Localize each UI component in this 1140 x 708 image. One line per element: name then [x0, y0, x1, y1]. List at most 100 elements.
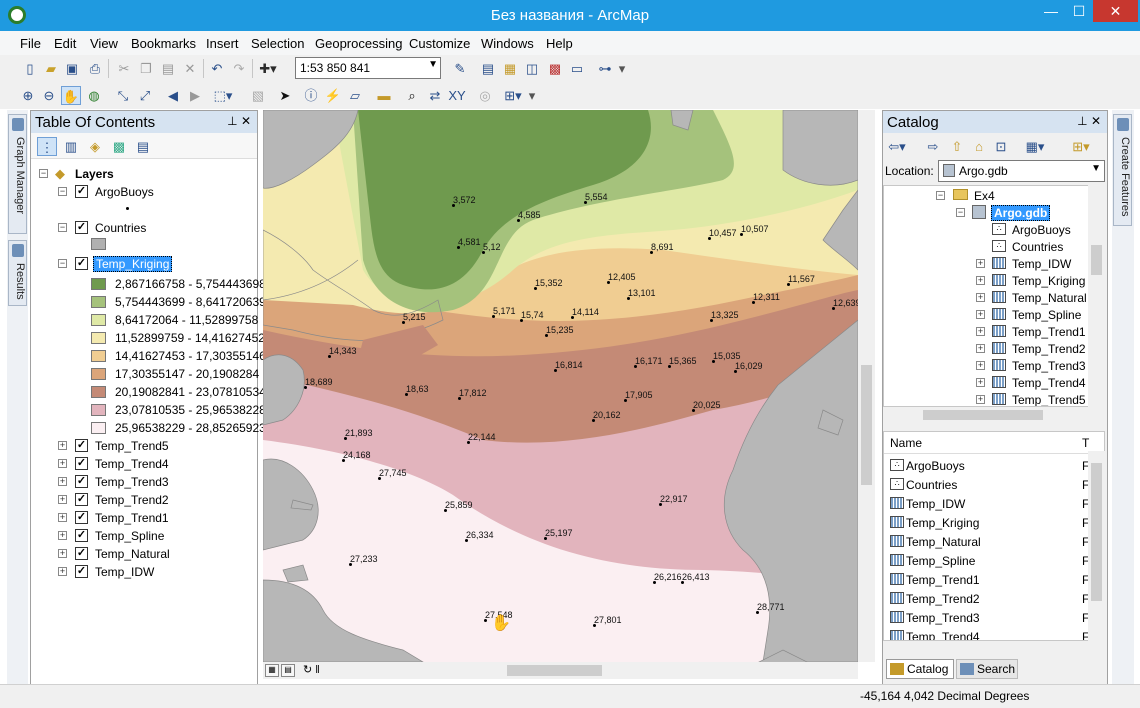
location-combobox[interactable]: Argo.gdb ▼: [938, 160, 1105, 182]
layer-visibility-checkbox[interactable]: ✓: [75, 221, 88, 234]
menu-windows[interactable]: Windows: [481, 36, 534, 51]
back-icon[interactable]: ⇦▾: [887, 137, 907, 156]
expand-icon[interactable]: +: [976, 361, 985, 370]
menu-customize[interactable]: Customize: [409, 36, 470, 51]
menu-selection[interactable]: Selection: [251, 36, 304, 51]
catalog-list-row[interactable]: Temp_Trend4 F: [888, 628, 1102, 640]
catalog-list-row[interactable]: Temp_Trend2 F: [888, 590, 1102, 608]
menu-geoprocessing[interactable]: Geoprocessing: [315, 36, 402, 51]
pin-close-icons[interactable]: ⊥ ✕: [1077, 114, 1101, 128]
forward-icon[interactable]: ⇨: [923, 137, 943, 156]
expand-icon[interactable]: +: [58, 459, 67, 468]
arctoolbox-icon[interactable]: ▩: [545, 59, 565, 78]
expand-icon[interactable]: +: [976, 378, 985, 387]
undo-icon[interactable]: ↶: [207, 59, 227, 78]
scroll-thumb[interactable]: [1091, 245, 1102, 275]
graph-manager-tab[interactable]: Graph Manager: [8, 114, 27, 234]
search-window-icon[interactable]: ◫: [522, 59, 542, 78]
print-icon[interactable]: ⎙: [85, 59, 105, 78]
forward-extent-icon[interactable]: ▶: [185, 86, 205, 105]
time-slider-icon[interactable]: ◎: [475, 86, 495, 105]
expand-icon[interactable]: +: [976, 327, 985, 336]
hyperlink-icon[interactable]: ⚡: [323, 86, 343, 105]
toc-options-icon[interactable]: ▤: [133, 137, 153, 156]
select-features-icon[interactable]: ⬚▾: [213, 86, 233, 105]
expand-icon[interactable]: +: [976, 310, 985, 319]
data-view-icon[interactable]: ▦: [265, 664, 279, 677]
find-icon[interactable]: ⌕: [402, 86, 422, 105]
layer-visibility-checkbox[interactable]: ✓: [75, 257, 88, 270]
create-features-tab[interactable]: Create Features: [1113, 114, 1132, 226]
close-button[interactable]: ✕: [1093, 0, 1138, 22]
new-doc-icon[interactable]: ▯: [20, 59, 40, 78]
select-elements-icon[interactable]: ➤: [275, 86, 295, 105]
map-scale-select[interactable]: 1:53 850 841 ▼: [295, 57, 441, 79]
identify-icon[interactable]: ⓘ: [301, 86, 321, 105]
map-vscroll-thumb[interactable]: [861, 365, 872, 485]
catalog-list-row[interactable]: ∴ Countries F: [888, 476, 1102, 494]
pan-icon[interactable]: ✋: [61, 86, 81, 105]
collapse-icon[interactable]: −: [58, 223, 67, 232]
search-tab[interactable]: Search: [956, 659, 1018, 679]
menu-edit[interactable]: Edit: [54, 36, 76, 51]
expand-icon[interactable]: +: [58, 531, 67, 540]
menu-file[interactable]: File: [20, 36, 41, 51]
expand-icon[interactable]: +: [976, 293, 985, 302]
zoom-in-icon[interactable]: ⊕: [18, 86, 38, 105]
find-route-icon[interactable]: ⇄: [425, 86, 445, 105]
collapse-icon[interactable]: −: [936, 191, 945, 200]
expand-icon[interactable]: +: [58, 477, 67, 486]
python-window-icon[interactable]: ▭: [567, 59, 587, 78]
cut-icon[interactable]: ✂: [114, 59, 134, 78]
copy-icon[interactable]: ❐: [136, 59, 156, 78]
open-icon[interactable]: ▰: [41, 59, 61, 78]
catalog-tree-vscroll[interactable]: [1088, 185, 1105, 407]
toolbar-options-icon[interactable]: ▾: [617, 59, 627, 78]
back-extent-icon[interactable]: ◀: [163, 86, 183, 105]
layer-visibility-checkbox[interactable]: ✓: [75, 529, 88, 542]
catalog-window-icon[interactable]: ▦: [500, 59, 520, 78]
layer-visibility-checkbox[interactable]: ✓: [75, 565, 88, 578]
expand-icon[interactable]: +: [58, 441, 67, 450]
list-by-selection-icon[interactable]: ▩: [109, 137, 129, 156]
expand-icon[interactable]: +: [58, 567, 67, 576]
views-icon[interactable]: ▦▾: [1025, 137, 1045, 156]
clear-selection-icon[interactable]: ▧: [248, 86, 268, 105]
name-column-header[interactable]: Name: [890, 436, 922, 450]
delete-icon[interactable]: ✕: [180, 59, 200, 78]
layer-visibility-checkbox[interactable]: ✓: [75, 511, 88, 524]
expand-icon[interactable]: +: [976, 395, 985, 404]
scroll-thumb[interactable]: [923, 410, 1043, 420]
map-hscroll-thumb[interactable]: [507, 665, 602, 676]
layer-visibility-checkbox[interactable]: ✓: [75, 457, 88, 470]
refresh-icon[interactable]: ↻ ‖: [303, 663, 320, 676]
catalog-list-row[interactable]: Temp_Kriging F: [888, 514, 1102, 532]
collapse-icon[interactable]: −: [39, 169, 48, 178]
new-folder-icon[interactable]: ⊞▾: [1071, 137, 1091, 156]
catalog-list-row[interactable]: Temp_Trend3 F: [888, 609, 1102, 627]
scroll-thumb[interactable]: [1091, 463, 1102, 601]
menu-help[interactable]: Help: [546, 36, 573, 51]
home-icon[interactable]: ⌂: [969, 137, 989, 156]
layer-visibility-checkbox[interactable]: ✓: [75, 439, 88, 452]
catalog-list-row[interactable]: Temp_Natural F: [888, 533, 1102, 551]
layout-view-icon[interactable]: ▤: [281, 664, 295, 677]
layer-visibility-checkbox[interactable]: ✓: [75, 475, 88, 488]
expand-icon[interactable]: +: [976, 344, 985, 353]
full-extent-icon[interactable]: ◍: [84, 86, 104, 105]
catalog-list-row[interactable]: Temp_Spline F: [888, 552, 1102, 570]
expand-icon[interactable]: +: [58, 549, 67, 558]
maximize-button[interactable]: ☐: [1062, 0, 1096, 22]
collapse-icon[interactable]: −: [58, 259, 67, 268]
layer-visibility-checkbox[interactable]: ✓: [75, 493, 88, 506]
layer-visibility-checkbox[interactable]: ✓: [75, 185, 88, 198]
model-builder-icon[interactable]: ⊶: [595, 59, 615, 78]
catalog-tree-hscroll[interactable]: [883, 407, 1105, 423]
pin-close-icons[interactable]: ⊥ ✕: [227, 114, 251, 128]
menu-insert[interactable]: Insert: [206, 36, 239, 51]
up-one-level-icon[interactable]: ⇧: [947, 137, 967, 156]
fixed-zoom-in-icon[interactable]: ⤡: [113, 86, 133, 105]
layer-visibility-checkbox[interactable]: ✓: [75, 547, 88, 560]
expand-icon[interactable]: +: [58, 495, 67, 504]
collapse-icon[interactable]: −: [956, 208, 965, 217]
